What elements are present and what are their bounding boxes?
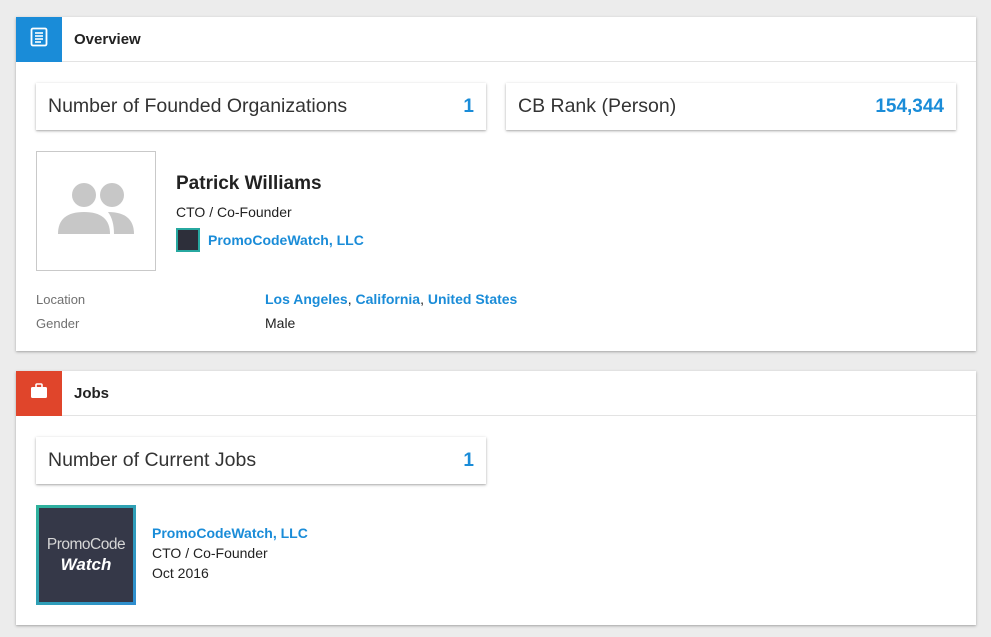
avatar	[36, 151, 156, 271]
person-organization-link[interactable]: PromoCodeWatch, LLC	[208, 232, 364, 248]
jobs-title: Jobs	[74, 384, 110, 402]
overview-title: Overview	[74, 30, 141, 48]
job-organization-link[interactable]: PromoCodeWatch, LLC	[152, 525, 308, 541]
overview-card: Overview Number of Founded Organizations…	[16, 16, 976, 351]
founded-orgs-label: Number of Founded Organizations	[48, 95, 348, 117]
overview-icon-box	[16, 16, 62, 62]
gender-label: Gender	[36, 316, 80, 331]
jobs-icon-box	[16, 370, 62, 416]
founded-orgs-value[interactable]: 1	[463, 96, 474, 118]
jobs-card: Jobs Number of Current Jobs 1 PromoCode …	[16, 370, 976, 625]
location-value: Los Angeles, California, United States	[265, 291, 517, 307]
logo-inner: PromoCode Watch	[39, 508, 133, 602]
gender-value: Male	[265, 315, 296, 331]
cb-rank-label: CB Rank (Person)	[518, 95, 677, 117]
overview-header: Overview	[16, 16, 976, 62]
briefcase-icon	[30, 382, 48, 404]
location-separator: ,	[347, 291, 356, 307]
jobs-header: Jobs	[16, 370, 976, 416]
cb-rank-stat: CB Rank (Person) 154,344	[506, 83, 956, 130]
founded-orgs-stat: Number of Founded Organizations 1	[36, 83, 486, 130]
promocodewatch-logo[interactable]: PromoCode Watch	[36, 505, 136, 605]
current-jobs-value[interactable]: 1	[463, 450, 474, 472]
logo-text-line2: Watch	[60, 554, 112, 574]
people-placeholder-icon	[56, 182, 136, 241]
location-city-link[interactable]: Los Angeles	[265, 291, 348, 307]
location-label: Location	[36, 292, 86, 307]
current-jobs-label: Number of Current Jobs	[48, 449, 257, 471]
job-date: Oct 2016	[152, 565, 209, 581]
location-separator: ,	[420, 291, 428, 307]
person-role: CTO / Co-Founder	[176, 204, 292, 220]
person-organization: PromoCodeWatch, LLC	[176, 228, 364, 252]
cb-rank-value[interactable]: 154,344	[875, 96, 944, 118]
document-icon	[30, 27, 48, 52]
logo-text-line1: PromoCode	[46, 535, 126, 553]
job-role: CTO / Co-Founder	[152, 545, 268, 561]
location-region-link[interactable]: California	[356, 291, 421, 307]
location-country-link[interactable]: United States	[428, 291, 517, 307]
promocodewatch-logo-small[interactable]	[176, 228, 200, 252]
person-name: Patrick Williams	[176, 173, 322, 194]
current-jobs-stat: Number of Current Jobs 1	[36, 437, 486, 484]
